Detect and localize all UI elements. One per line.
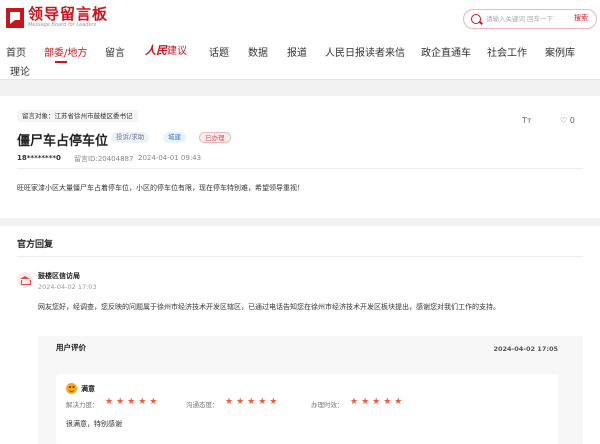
rating-stars-timeliness: ★★★★★ xyxy=(350,397,406,407)
smile-face-icon xyxy=(66,383,77,394)
logo-en: Message Board for Leaders xyxy=(28,22,97,28)
message-user: 18********0 xyxy=(17,154,61,162)
evaluation-mood: 满意 xyxy=(81,385,95,393)
reply-content: 网友您好，经调查，您反映的问题属于徐州市经济技术开发区辖区，已通过电话告知您在徐… xyxy=(38,303,500,311)
nav-item-data[interactable]: 数据 xyxy=(248,44,268,59)
search-box: 搜索 xyxy=(463,9,597,29)
search-icon xyxy=(471,14,481,24)
message-target: 留言对象：江苏省徐州市鼓楼区委书记 xyxy=(17,110,138,122)
message-divider xyxy=(17,168,583,169)
rating-label-attitude: 沟通态度： xyxy=(186,401,219,409)
evaluation-detail: 满意 解决力度： ★★★★★ 沟通态度： ★★★★★ 办理时效： ★★★★★ 很… xyxy=(56,374,558,444)
nav-item-topics[interactable]: 话题 xyxy=(209,44,229,59)
nav-item-ministries[interactable]: 部委/地方 xyxy=(44,44,87,59)
thumb-up-icon: ♡ xyxy=(560,116,568,125)
category-badge: 投诉/求助 xyxy=(111,132,150,143)
message-id: 留言ID:20404887 xyxy=(74,155,134,163)
reply-section-title: 官方回复 xyxy=(17,240,54,250)
nav-item-reports[interactable]: 报道 xyxy=(287,44,307,59)
nav-item-enterprise[interactable]: 政企直通车 xyxy=(421,44,471,59)
nav-item-suggestions[interactable]: 人民建议 xyxy=(145,42,187,58)
nav-item-cases[interactable]: 案例库 xyxy=(545,44,575,59)
reply-time: 2024-04-02 17:03 xyxy=(38,283,97,291)
area-badge: 城建 xyxy=(163,132,186,143)
message-content: 旺旺家漆小区大量僵尸车占着停车位，小区的停车位有限，现在停车特别难，希望领导重视… xyxy=(17,184,304,192)
evaluation-time: 2024-04-02 17:05 xyxy=(493,345,558,353)
nav-item-social-work[interactable]: 社会工作 xyxy=(487,44,527,59)
user-evaluation: 用户评价 2024-04-02 17:05 满意 解决力度： ★★★★★ 沟通态… xyxy=(38,336,583,444)
message-card: 留言对象：江苏省徐州市鼓楼区委书记 Tт ♡ 0 僵尸车占停车位 投诉/求助 城… xyxy=(0,96,600,218)
main-nav: 首页 部委/地方 留言 人民建议 话题 数据 报道 人民日报读者来信 政企直通车… xyxy=(0,36,600,80)
status-badge: 已办理 xyxy=(199,132,231,143)
official-reply-section: 官方回复 鼓楼区信访局 2024-04-02 17:03 网友您好，经调查，您反… xyxy=(0,226,600,444)
logo-cn: 领导留言板 xyxy=(28,5,109,23)
evaluation-comment: 很满意，特别感谢 xyxy=(66,420,122,428)
reply-divider xyxy=(17,256,583,257)
rating-label-timeliness: 办理时效： xyxy=(311,401,344,409)
nav-item-letters[interactable]: 人民日报读者来信 xyxy=(325,44,405,59)
search-button[interactable]: 搜索 xyxy=(574,13,588,23)
site-header: 领导留言板 Message Board for Leaders 搜索 xyxy=(0,0,600,36)
logo-text: 领导留言板 Message Board for Leaders xyxy=(28,7,108,29)
rating-stars-attitude: ★★★★★ xyxy=(225,397,281,407)
message-time: 2024-04-01 09:43 xyxy=(138,154,202,162)
nav-item-theory[interactable]: 理论 xyxy=(10,63,30,78)
like-count: 0 xyxy=(569,116,575,125)
reply-org-name: 鼓楼区信访局 xyxy=(38,272,80,280)
nav-active-indicator xyxy=(55,61,67,63)
nav-suggestions-script: 人民 xyxy=(145,44,167,57)
font-size-button[interactable]: Tт xyxy=(522,116,532,125)
rating-stars-resolution: ★★★★★ xyxy=(105,397,161,407)
search-input[interactable] xyxy=(486,12,568,26)
nav-item-messages[interactable]: 留言 xyxy=(105,44,125,59)
like-button[interactable]: ♡ 0 xyxy=(560,116,575,125)
evaluation-title: 用户评价 xyxy=(56,343,86,352)
site-logo[interactable]: 领导留言板 Message Board for Leaders xyxy=(6,7,108,29)
nav-suggestions-rest: 建议 xyxy=(167,46,187,57)
nav-item-home[interactable]: 首页 xyxy=(6,44,26,59)
government-building-icon xyxy=(17,272,33,288)
logo-mark-icon xyxy=(6,8,24,28)
rating-label-resolution: 解决力度： xyxy=(66,401,99,409)
message-title: 僵尸车占停车位 xyxy=(17,134,109,149)
